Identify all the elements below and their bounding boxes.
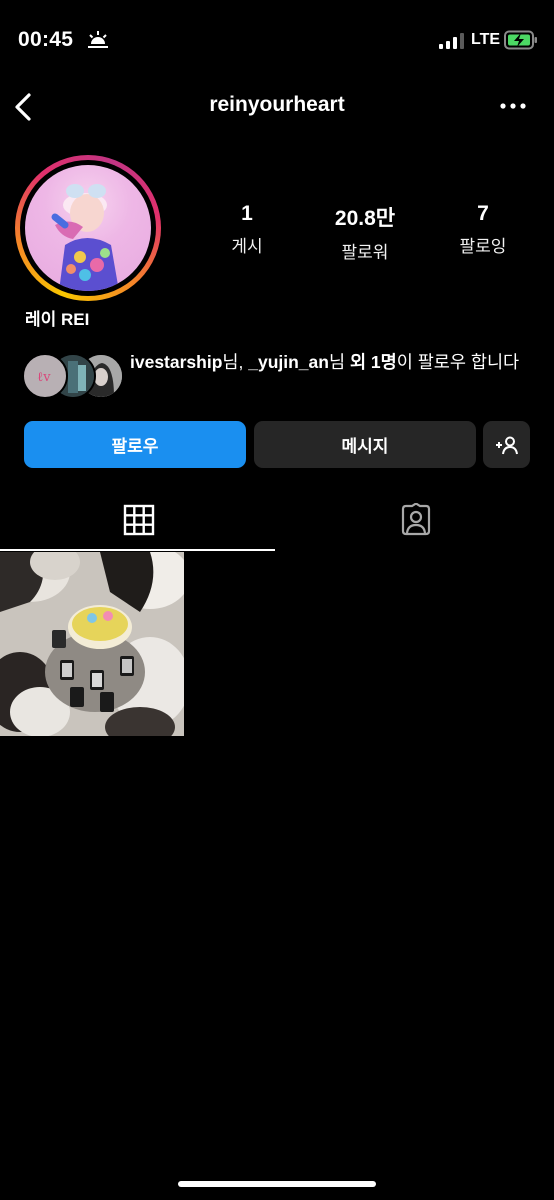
grid-icon <box>123 504 154 536</box>
mutual-followers-text[interactable]: ivestarship님, _yujin_an님 외 1명이 팔로우 합니다 <box>130 350 530 375</box>
tab-tagged[interactable] <box>277 497 554 549</box>
more-options-icon[interactable] <box>498 98 528 114</box>
display-name: 레이 REI <box>25 310 90 329</box>
mutual-others[interactable]: 외 1명 <box>350 352 397 372</box>
follow-button[interactable]: 팔로우 <box>24 421 246 468</box>
tagged-person-icon <box>401 503 430 536</box>
battery-charging-icon <box>504 30 537 50</box>
following-label: 팔로잉 <box>459 237 507 256</box>
post-photo <box>0 552 184 736</box>
avatar-photo <box>51 184 119 291</box>
status-time: 00:45 <box>18 28 74 51</box>
followers-stat[interactable]: 20.8만 팔로워 <box>310 202 420 263</box>
posts-label: 게시 <box>231 237 263 256</box>
mutual-avatar-1: ℓv <box>22 353 68 399</box>
active-tab-indicator <box>0 549 275 551</box>
profile-username: reinyourheart <box>209 93 345 116</box>
suggested-accounts-button[interactable] <box>483 421 530 468</box>
following-count: 7 <box>477 202 489 225</box>
tab-posts-grid[interactable] <box>0 497 277 549</box>
posts-stat: 1 게시 <box>192 202 302 257</box>
message-button[interactable]: 메시지 <box>254 421 476 468</box>
sunrise-icon <box>88 31 108 48</box>
profile-avatar[interactable] <box>25 165 151 291</box>
mutual-followers-avatars[interactable]: ℓv <box>22 353 124 399</box>
network-label: LTE <box>471 31 501 48</box>
svg-text:ℓv: ℓv <box>37 370 51 385</box>
posts-count: 1 <box>241 202 253 225</box>
home-indicator[interactable] <box>178 1181 376 1187</box>
add-person-icon <box>495 436 518 454</box>
mutual-user-1[interactable]: ivestarship <box>130 352 222 372</box>
followers-label: 팔로워 <box>341 243 389 262</box>
signal-icon <box>439 33 464 49</box>
mutual-user-2[interactable]: _yujin_an <box>248 352 329 372</box>
post-thumbnail[interactable] <box>0 552 184 736</box>
following-stat[interactable]: 7 팔로잉 <box>428 202 538 257</box>
followers-count: 20.8만 <box>334 207 396 230</box>
